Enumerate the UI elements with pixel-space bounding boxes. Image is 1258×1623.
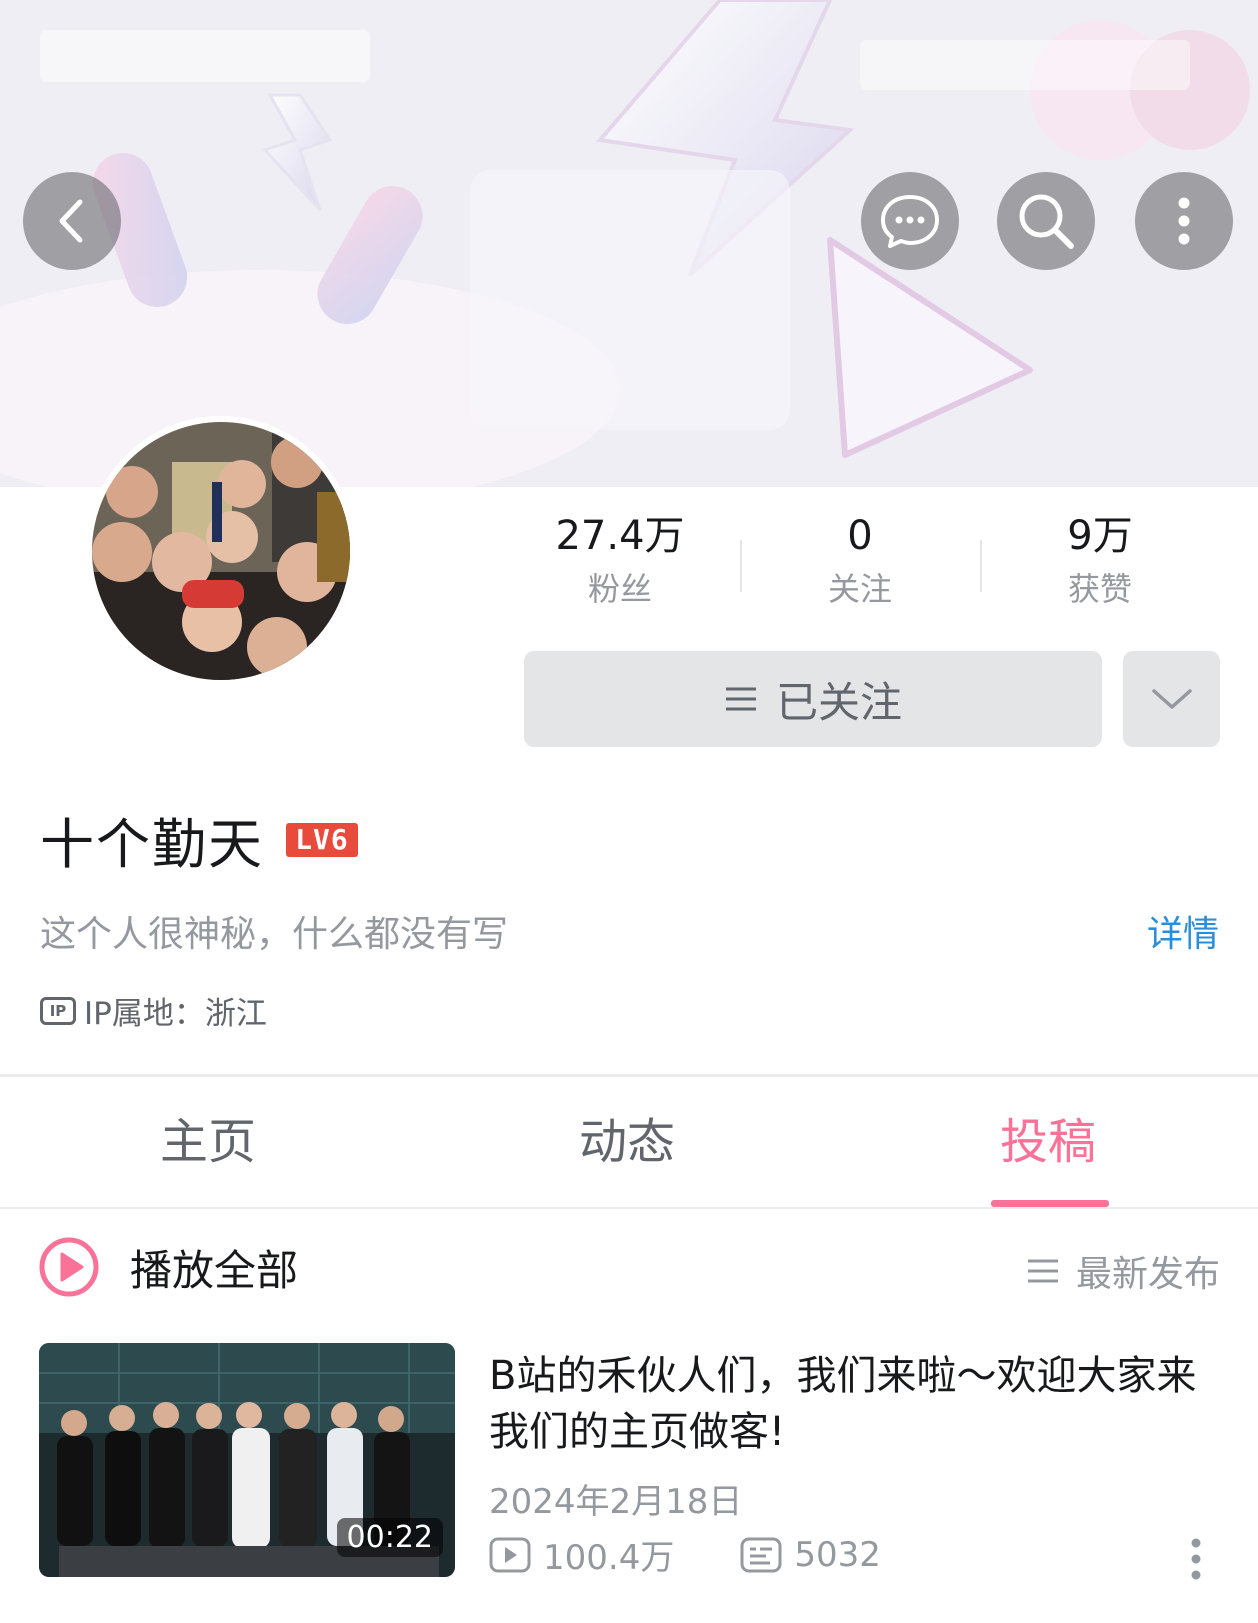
following-count: 0 — [847, 513, 873, 559]
detail-link[interactable]: 详情 — [1147, 905, 1219, 957]
stat-divider — [980, 540, 982, 592]
menu-lines-icon — [725, 687, 756, 711]
search-icon — [1019, 194, 1074, 249]
sort-label: 最新发布 — [1075, 1254, 1220, 1295]
likes-label: 获赞 — [1067, 570, 1132, 608]
sort-button[interactable]: 最新发布 — [1026, 1245, 1220, 1297]
play-count-icon — [489, 1537, 531, 1572]
chevron-left-icon — [59, 199, 83, 243]
video-meta: 100.4万 5032 — [489, 1530, 881, 1579]
play-all-button[interactable]: 播放全部 — [38, 1236, 298, 1298]
more-vertical-icon — [1178, 197, 1190, 245]
likes-count: 9万 — [1067, 513, 1133, 559]
group-photo-avatar — [92, 422, 350, 680]
video-comments: 5032 — [740, 1535, 881, 1575]
comments-count: 5032 — [794, 1534, 881, 1575]
stat-followers[interactable]: 27.4万 粉丝 — [500, 510, 740, 620]
name-row: 十个勤天 LV6 — [40, 800, 358, 879]
followers-label: 粉丝 — [587, 570, 652, 608]
active-tab-indicator — [991, 1200, 1109, 1207]
follow-dropdown-button[interactable] — [1123, 651, 1220, 747]
video-views: 100.4万 — [489, 1530, 674, 1579]
more-button[interactable] — [1135, 172, 1233, 270]
video-title[interactable]: B站的禾伙人们，我们来啦～欢迎大家来我们的主页做客! — [489, 1348, 1219, 1460]
ip-location-text: IP属地：浙江 — [84, 996, 267, 1032]
followers-count: 27.4万 — [555, 513, 685, 559]
danmaku-icon — [740, 1537, 782, 1572]
tab-home[interactable]: 主页 — [160, 1077, 256, 1207]
ip-icon: IP — [40, 996, 76, 1025]
avatar[interactable] — [86, 416, 356, 686]
followed-label: 已关注 — [775, 677, 902, 727]
chevron-down-icon — [1151, 689, 1192, 709]
tab-uploads[interactable]: 投稿 — [1000, 1077, 1096, 1207]
back-button[interactable] — [23, 172, 121, 270]
bio-text: 这个人很神秘，什么都没有写 — [40, 914, 509, 955]
video-duration: 00:22 — [336, 1518, 443, 1557]
message-button[interactable] — [861, 172, 959, 270]
username: 十个勤天 — [40, 813, 264, 876]
chat-bubble-icon — [881, 195, 939, 248]
stat-following[interactable]: 0 关注 — [740, 510, 980, 620]
profile-stats: 27.4万 粉丝 0 关注 9万 获赞 — [500, 510, 1220, 620]
profile-banner — [0, 0, 1258, 487]
stat-divider — [740, 540, 742, 592]
play-all-label: 播放全部 — [130, 1245, 299, 1295]
following-label: 关注 — [827, 570, 892, 608]
ip-location: IP IP属地：浙江 — [40, 988, 267, 1033]
level-badge: LV6 — [286, 822, 358, 857]
video-thumbnail[interactable]: 00:22 — [39, 1343, 455, 1577]
tab-dynamics[interactable]: 动态 — [579, 1077, 675, 1207]
video-more-icon[interactable] — [1190, 1538, 1202, 1580]
profile-tabs: 主页 动态 投稿 — [0, 1077, 1258, 1207]
play-circle-icon — [39, 1237, 99, 1297]
stat-likes[interactable]: 9万 获赞 — [980, 510, 1220, 620]
video-date: 2024年2月18日 — [489, 1482, 743, 1522]
tabs-divider — [0, 1207, 1258, 1209]
followed-button[interactable]: 已关注 — [524, 651, 1102, 747]
views-count: 100.4万 — [543, 1538, 675, 1578]
search-button[interactable] — [997, 172, 1095, 270]
sort-lines-icon — [1027, 1259, 1058, 1283]
